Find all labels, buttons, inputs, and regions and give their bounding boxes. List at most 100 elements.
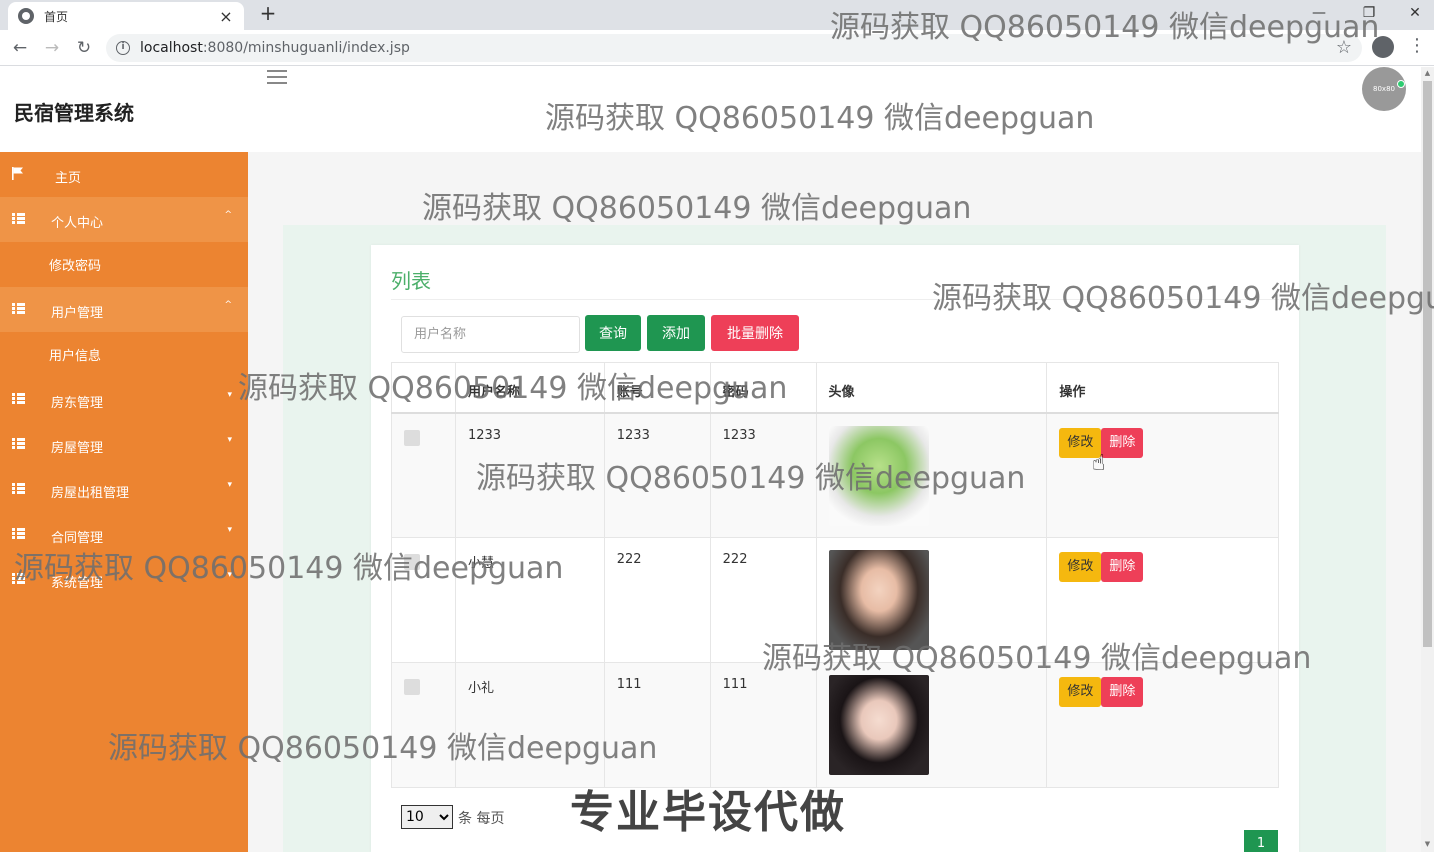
chevron-down-icon: ▾ (227, 480, 232, 490)
grid-icon (12, 528, 25, 539)
url-host: localhost (140, 40, 203, 56)
sidebar-subitem-user-info[interactable]: 用户信息 (0, 332, 248, 377)
chevron-down-icon: ▾ (227, 390, 232, 400)
delete-button[interactable]: 删除 (1101, 552, 1144, 582)
grid-icon (12, 393, 25, 404)
cell-password: 1233 (709, 412, 817, 538)
query-button[interactable]: 查询 (585, 315, 641, 351)
search-username-input[interactable] (401, 316, 580, 353)
delete-button[interactable]: 删除 (1101, 427, 1144, 458)
row-checkbox[interactable] (404, 679, 420, 695)
tab-title: 首页 (44, 9, 69, 24)
add-button[interactable]: 添加 (647, 315, 705, 351)
table-row: 1233 1233 1233 修改 删除 (391, 412, 1279, 538)
cell-password: 111 (709, 662, 817, 788)
forward-icon[interactable]: → (40, 36, 64, 60)
avatar[interactable]: 80x80 (1362, 67, 1406, 111)
cell-account: 111 (603, 662, 711, 788)
sidebar-item-rental-management[interactable]: 房屋出租管理 ▾ (0, 467, 248, 512)
minimize-window-icon[interactable]: — (1296, 0, 1342, 28)
flag-icon (12, 167, 23, 180)
header-actions: 操作 (1046, 362, 1279, 413)
reload-icon[interactable]: ↻ (72, 36, 96, 60)
hand-cursor-icon: ☝ (1092, 451, 1106, 476)
chevron-down-icon: ▾ (227, 525, 232, 535)
sidebar-item-contract-management[interactable]: 合同管理 ▾ (0, 512, 248, 557)
page-size-select[interactable]: 10 (401, 805, 453, 829)
cell-username: 1233 (454, 412, 605, 538)
sidebar-item-label: 系统管理 (51, 576, 104, 591)
close-window-icon[interactable]: ✕ (1392, 0, 1434, 28)
header-password: 密码 (709, 362, 817, 413)
cell-account: 222 (603, 537, 711, 663)
header-select (391, 362, 456, 413)
header-avatar: 头像 (815, 362, 1048, 413)
delete-button[interactable]: 删除 (1101, 677, 1144, 707)
url-field[interactable]: i localhost:8080/minshuguanli/index.jsp … (106, 34, 1362, 62)
cell-username: 小礼 (454, 662, 605, 788)
bookmark-star-icon[interactable]: ☆ (1336, 37, 1352, 58)
restore-window-icon[interactable]: ❐ (1346, 0, 1392, 28)
back-icon[interactable]: ← (8, 36, 32, 60)
grid-icon (12, 573, 25, 584)
table-header-row: 用户名称 账号 密码 头像 操作 (391, 362, 1279, 413)
sidebar-item-user-management[interactable]: 用户管理 ^ (0, 287, 248, 332)
card-divider (391, 299, 1279, 300)
sidebar-item-label: 用户管理 (51, 306, 104, 321)
grid-icon (12, 438, 25, 449)
avatar-image (828, 675, 929, 775)
header-account: 账号 (603, 362, 711, 413)
close-tab-icon[interactable]: × (218, 7, 234, 26)
chevron-down-icon: ▾ (227, 570, 232, 580)
cell-account: 1233 (603, 412, 711, 538)
page-scrollbar[interactable]: ▲ ▼ (1421, 67, 1434, 852)
sidebar-item-label: 房屋管理 (51, 441, 104, 456)
user-table: 用户名称 账号 密码 头像 操作 1233 1233 1233 修改 删除 小慧 … (391, 362, 1279, 788)
scroll-down-icon[interactable]: ▼ (1421, 840, 1434, 848)
sidebar-item-label: 修改密码 (49, 259, 102, 274)
sidebar-item-label: 房屋出租管理 (51, 486, 130, 501)
sidebar: 主页 个人中心 ^ 修改密码 用户管理 ^ 用户信息 房东管理 ▾ 房屋管理 ▾… (0, 152, 248, 852)
sidebar-item-home[interactable]: 主页 (0, 152, 248, 197)
sidebar-item-label: 合同管理 (51, 531, 104, 546)
profile-icon[interactable] (1372, 36, 1394, 58)
grid-icon (12, 213, 25, 224)
sidebar-item-label: 个人中心 (51, 216, 104, 231)
grid-icon (12, 483, 25, 494)
scroll-up-icon[interactable]: ▲ (1421, 69, 1434, 77)
browser-tab[interactable]: 首页 × (8, 2, 244, 30)
table-row: 小慧 222 222 修改 删除 (391, 537, 1279, 663)
edit-button[interactable]: 修改 (1059, 552, 1102, 582)
page-size-label: 条 每页 (458, 811, 505, 827)
sidebar-item-label: 用户信息 (49, 349, 102, 364)
browser-menu-icon[interactable]: ⋮ (1408, 34, 1426, 58)
chevron-up-icon: ^ (224, 210, 232, 220)
sidebar-item-personal-center[interactable]: 个人中心 ^ (0, 197, 248, 242)
avatar-image (828, 425, 929, 526)
globe-icon (18, 8, 34, 24)
edit-button[interactable]: 修改 (1059, 677, 1102, 707)
info-icon[interactable]: i (116, 41, 130, 55)
sidebar-item-house-management[interactable]: 房屋管理 ▾ (0, 422, 248, 467)
address-bar: ← → ↻ i localhost:8080/minshuguanli/inde… (0, 30, 1434, 66)
card-title: 列表 (391, 269, 431, 293)
row-checkbox[interactable] (404, 429, 420, 446)
table-row: 小礼 111 111 修改 删除 (391, 662, 1279, 788)
avatar-image (828, 550, 929, 650)
sidebar-item-system-management[interactable]: 系统管理 ▾ (0, 557, 248, 602)
sidebar-subitem-change-password[interactable]: 修改密码 (0, 242, 248, 287)
app-title: 民宿管理系统 (14, 101, 134, 125)
app-header: 民宿管理系统 80x80 (0, 67, 1421, 152)
hamburger-menu-icon[interactable] (267, 70, 287, 86)
new-tab-button[interactable]: + (256, 2, 280, 26)
online-status-dot (1397, 80, 1405, 88)
sidebar-item-label: 房东管理 (51, 396, 104, 411)
row-checkbox[interactable] (404, 554, 420, 570)
promo-overlay-text: 专业毕设代做 (570, 787, 846, 838)
batch-delete-button[interactable]: 批量删除 (711, 315, 799, 351)
scrollbar-thumb[interactable] (1423, 81, 1432, 647)
sidebar-item-landlord-management[interactable]: 房东管理 ▾ (0, 377, 248, 422)
url-path: :8080/minshuguanli/index.jsp (202, 40, 410, 56)
chevron-up-icon: ^ (224, 300, 232, 310)
pagination-page-1[interactable]: 1 (1244, 830, 1278, 852)
